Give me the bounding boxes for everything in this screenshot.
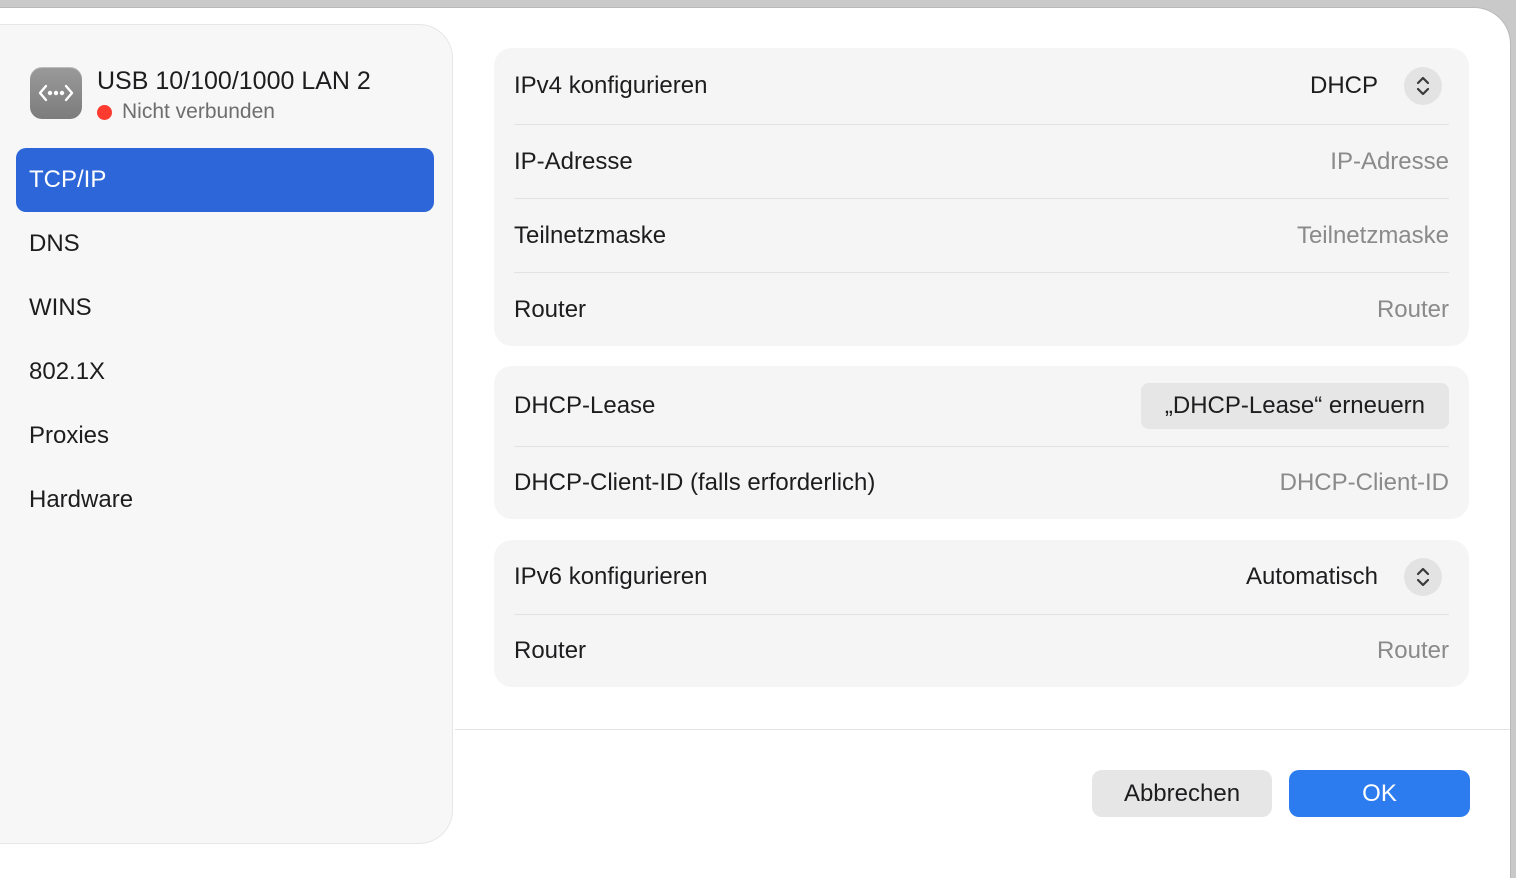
ipv4-router-field[interactable]: Router [1377,296,1449,324]
footer-divider [455,729,1510,730]
chevron-up-down-icon[interactable] [1404,558,1442,596]
subnet-mask-row: Teilnetzmaske Teilnetzmaske [514,198,1449,272]
dhcp-client-id-field[interactable]: DHCP-Client-ID [1280,469,1449,497]
sidebar-item-dns[interactable]: DNS [16,212,434,276]
ipv6-router-label: Router [514,637,587,664]
ip-address-row: IP-Adresse IP-Adresse [514,124,1449,198]
status-dot-icon [97,104,112,120]
sidebar-item-tcpip[interactable]: TCP/IP [16,148,434,212]
dhcp-lease-label: DHCP-Lease [514,392,656,419]
ipv4-configure-popup[interactable]: DHCP [1310,67,1449,105]
ipv4-configure-row: IPv4 konfigurieren DHCP [514,48,1449,124]
ipv6-router-row: Router Router [514,614,1449,687]
cancel-button[interactable]: Abbrechen [1092,770,1272,817]
dhcp-client-id-row: DHCP-Client-ID (falls erforderlich) DHCP… [514,446,1449,519]
ethernet-icon [30,67,82,119]
device-name: USB 10/100/1000 LAN 2 [97,67,371,95]
chevron-up-down-icon[interactable] [1404,67,1442,105]
sidebar-item-hardware[interactable]: Hardware [16,468,434,532]
ipv4-group: IPv4 konfigurieren DHCP IP-Adresse IP-Ad… [494,48,1469,346]
ipv4-router-row: Router Router [514,272,1449,346]
ipv6-group: IPv6 konfigurieren Automatisch Router Ro… [494,540,1469,687]
subnet-mask-field[interactable]: Teilnetzmaske [1297,222,1449,250]
dhcp-lease-row: DHCP-Lease „DHCP-Lease“ erneuern [514,366,1449,446]
ipv6-configure-label: IPv6 konfigurieren [514,563,708,590]
device-status: Nicht verbunden [97,97,371,127]
sidebar-item-8021x[interactable]: 802.1X [16,340,434,404]
ipv6-configure-row: IPv6 konfigurieren Automatisch [514,540,1449,614]
ipv4-router-label: Router [514,295,587,323]
ipv6-configure-value[interactable]: Automatisch [1246,563,1378,591]
ipv6-router-field[interactable]: Router [1377,637,1449,665]
sidebar-nav: TCP/IP DNS WINS 802.1X Proxies Hardware [16,148,434,532]
sidebar-item-wins[interactable]: WINS [16,276,434,340]
subnet-mask-label: Teilnetzmaske [514,221,667,249]
device-status-text: Nicht verbunden [122,100,275,123]
ip-address-label: IP-Adresse [514,147,633,175]
ok-button[interactable]: OK [1289,770,1470,817]
ip-address-field[interactable]: IP-Adresse [1330,148,1449,176]
sidebar: USB 10/100/1000 LAN 2 Nicht verbunden TC… [0,24,453,844]
ipv6-configure-popup[interactable]: Automatisch [1246,558,1449,596]
ipv4-configure-label: IPv4 konfigurieren [514,72,708,99]
sidebar-item-proxies[interactable]: Proxies [16,404,434,468]
device-header: USB 10/100/1000 LAN 2 Nicht verbunden [30,67,371,123]
network-settings-window: USB 10/100/1000 LAN 2 Nicht verbunden TC… [0,8,1510,878]
dhcp-group: DHCP-Lease „DHCP-Lease“ erneuern DHCP-Cl… [494,366,1469,519]
ipv4-configure-value[interactable]: DHCP [1310,72,1378,100]
renew-dhcp-lease-button[interactable]: „DHCP-Lease“ erneuern [1140,383,1449,429]
dhcp-client-id-label: DHCP-Client-ID (falls erforderlich) [514,469,876,496]
